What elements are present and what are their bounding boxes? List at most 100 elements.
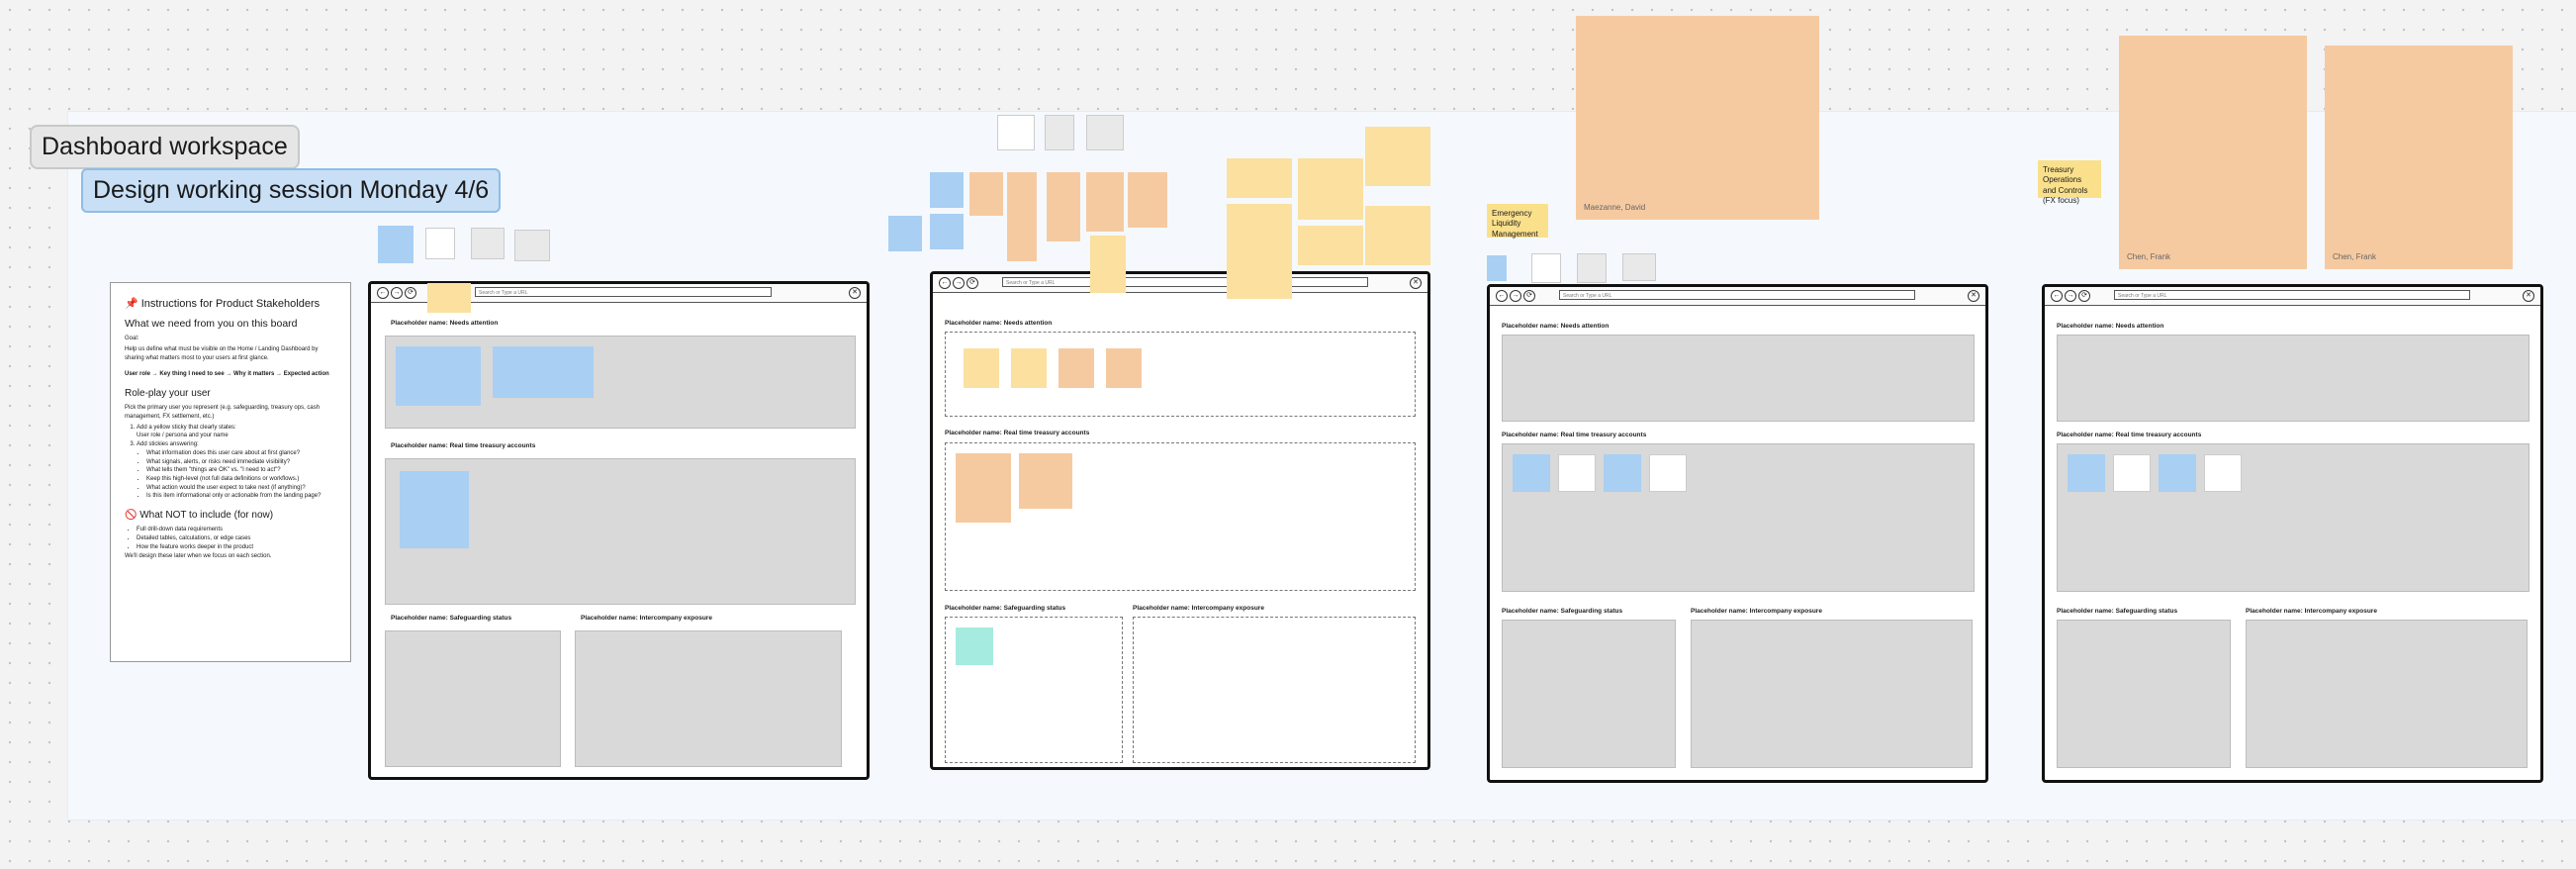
sticky-note[interactable] [1047, 172, 1080, 241]
sticky-note[interactable] [2204, 454, 2242, 492]
realtime-accounts-placeholder[interactable] [385, 458, 856, 605]
url-input[interactable]: Search or Type a URL [2114, 290, 2470, 300]
sticky-note[interactable] [471, 228, 505, 259]
refresh-icon[interactable]: ⟳ [2078, 290, 2090, 302]
sticky-note[interactable] [930, 172, 964, 208]
forward-icon[interactable]: → [2065, 290, 2076, 302]
url-input[interactable]: Search or Type a URL [1002, 277, 1368, 287]
sticky-note[interactable] [400, 471, 469, 548]
needs-attention-placeholder[interactable] [2057, 335, 2530, 422]
sticky-note[interactable] [1086, 172, 1124, 232]
close-icon[interactable]: ✕ [1410, 277, 1422, 289]
back-icon[interactable]: ← [1496, 290, 1508, 302]
large-note[interactable]: Chen, Frank [2119, 36, 2307, 269]
needs-attention-placeholder[interactable] [945, 332, 1416, 417]
back-icon[interactable]: ← [2051, 290, 2063, 302]
safeguarding-placeholder[interactable] [1502, 620, 1676, 768]
realtime-accounts-placeholder[interactable] [2057, 443, 2530, 592]
needs-attention-placeholder[interactable] [385, 336, 856, 429]
sticky-note[interactable] [969, 172, 1003, 216]
sticky-note[interactable] [956, 453, 1011, 523]
goal-text: Help us define what must be visible on t… [125, 345, 319, 361]
sticky-note[interactable] [1011, 348, 1047, 388]
sticky-note[interactable] [1128, 172, 1167, 228]
sticky-note[interactable] [1487, 255, 1507, 281]
sticky-note[interactable] [956, 628, 993, 665]
intercompany-placeholder[interactable] [575, 630, 842, 767]
close-icon[interactable]: ✕ [1968, 290, 1979, 302]
forward-icon[interactable]: → [953, 277, 965, 289]
emergency-liquidity-label[interactable]: Emergency Liquidity Management [1487, 204, 1548, 239]
sticky-note[interactable] [1106, 348, 1142, 388]
refresh-icon[interactable]: ⟳ [1523, 290, 1535, 302]
wireframe-frame-3[interactable]: ← → ⟳ Search or Type a URL ✕ Placeholder… [1487, 284, 1988, 783]
sticky-note[interactable] [493, 346, 594, 398]
large-note[interactable]: Maezanne, David [1576, 16, 1819, 220]
sticky-note[interactable] [1513, 454, 1550, 492]
sticky-note[interactable] [427, 283, 471, 313]
safeguarding-placeholder[interactable] [2057, 620, 2231, 768]
browser-bar: ← → ⟳ Search or Type a URL ✕ [933, 274, 1427, 293]
sticky-note[interactable] [1007, 172, 1037, 261]
realtime-accounts-label: Placeholder name: Real time treasury acc… [945, 430, 1090, 436]
large-note[interactable]: Chen, Frank [2325, 46, 2513, 269]
url-input[interactable]: Search or Type a URL [475, 287, 772, 297]
sticky-note[interactable] [1365, 127, 1430, 186]
wireframe-frame-2[interactable]: ← → ⟳ Search or Type a URL ✕ Placeholder… [930, 271, 1430, 770]
sticky-note[interactable] [1604, 454, 1641, 492]
refresh-icon[interactable]: ⟳ [966, 277, 978, 289]
safeguarding-placeholder[interactable] [385, 630, 561, 767]
sticky-note[interactable] [1558, 454, 1596, 492]
instructions-footer: We'll design these later when we focus o… [125, 552, 272, 559]
realtime-accounts-placeholder[interactable] [1502, 443, 1975, 592]
treasury-ops-label[interactable]: Treasury Operations and Controls (FX foc… [2038, 160, 2101, 205]
sticky-note[interactable] [1019, 453, 1072, 509]
sticky-note[interactable] [1090, 236, 1126, 293]
sticky-note[interactable] [1577, 253, 1607, 283]
intercompany-label: Placeholder name: Intercompany exposure [2246, 608, 2377, 615]
close-icon[interactable]: ✕ [849, 287, 861, 299]
url-input[interactable]: Search or Type a URL [1559, 290, 1915, 300]
sticky-note[interactable] [1227, 158, 1292, 198]
wireframe-frame-1[interactable]: ← → ⟳ Search or Type a URL ✕ Placeholder… [368, 281, 870, 780]
sticky-note[interactable] [997, 115, 1035, 150]
sticky-note[interactable] [1058, 348, 1094, 388]
sticky-note[interactable] [1298, 226, 1363, 265]
list-item: Keep this high-level (not full data defi… [146, 475, 336, 484]
sticky-note[interactable] [1086, 115, 1124, 150]
close-icon[interactable]: ✕ [2523, 290, 2534, 302]
sticky-note[interactable] [1045, 115, 1074, 150]
refresh-icon[interactable]: ⟳ [405, 287, 416, 299]
safeguarding-placeholder[interactable] [945, 617, 1123, 763]
intercompany-placeholder[interactable] [1133, 617, 1416, 763]
sticky-note[interactable] [1227, 204, 1292, 299]
intercompany-placeholder[interactable] [2246, 620, 2528, 768]
sticky-note[interactable] [1649, 454, 1687, 492]
sticky-note[interactable] [1531, 253, 1561, 283]
sticky-note[interactable] [2159, 454, 2196, 492]
sticky-note[interactable] [2113, 454, 2151, 492]
sticky-note[interactable] [964, 348, 999, 388]
sticky-note[interactable] [514, 230, 550, 261]
wireframe-frame-4[interactable]: ← → ⟳ Search or Type a URL ✕ Placeholder… [2042, 284, 2543, 783]
intercompany-placeholder[interactable] [1691, 620, 1973, 768]
instructions-card[interactable]: 📌 Instructions for Product Stakeholders … [110, 282, 351, 662]
forward-icon[interactable]: → [391, 287, 403, 299]
workspace-title[interactable]: Dashboard workspace [30, 125, 300, 169]
needs-attention-placeholder[interactable] [1502, 335, 1975, 422]
sticky-note[interactable] [396, 346, 481, 406]
needs-attention-label: Placeholder name: Needs attention [945, 320, 1053, 327]
realtime-accounts-placeholder[interactable] [945, 442, 1416, 591]
sticky-note[interactable] [888, 216, 922, 251]
back-icon[interactable]: ← [939, 277, 951, 289]
sticky-note[interactable] [1298, 158, 1363, 220]
sticky-note[interactable] [2068, 454, 2105, 492]
sticky-note[interactable] [1365, 206, 1430, 265]
session-title[interactable]: Design working session Monday 4/6 [81, 168, 502, 213]
sticky-note[interactable] [1622, 253, 1656, 281]
forward-icon[interactable]: → [1510, 290, 1521, 302]
sticky-note[interactable] [378, 226, 414, 263]
back-icon[interactable]: ← [377, 287, 389, 299]
sticky-note[interactable] [425, 228, 455, 259]
sticky-note[interactable] [930, 214, 964, 249]
